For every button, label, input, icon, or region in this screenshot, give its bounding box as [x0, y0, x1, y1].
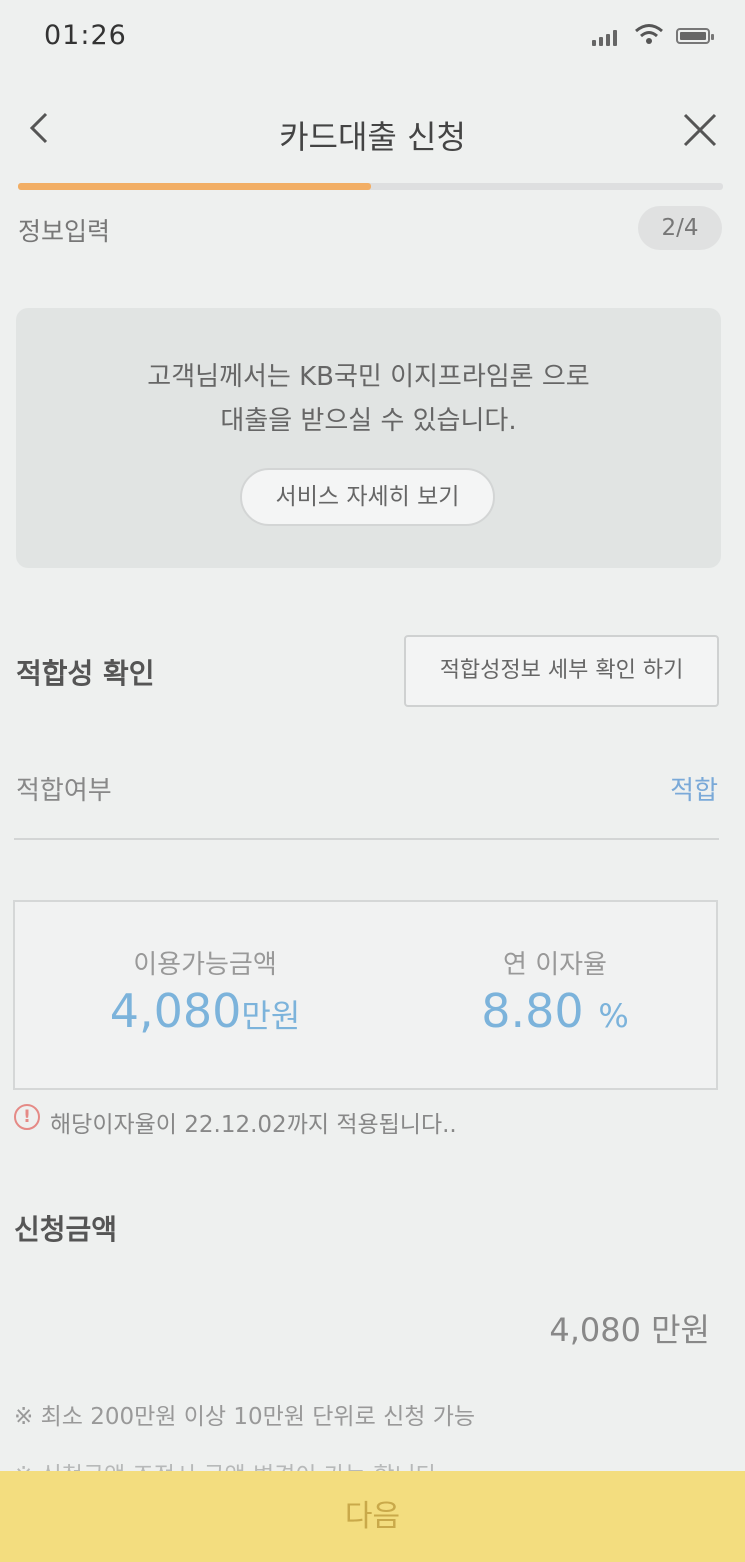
info-line-2: 대출을 받으실 수 있습니다. [220, 406, 517, 436]
request-amount-input[interactable]: 4,080 만원 [400, 1305, 710, 1351]
info-line-1: 고객님께서는 KB국민 이지프라임론 으로 [147, 362, 590, 392]
close-icon [683, 113, 717, 147]
interest-rate-number: 8.80 [481, 984, 584, 1038]
suitability-result-label: 적합여부 [16, 776, 112, 806]
suitability-result-value: 적합 [670, 776, 718, 806]
loan-info-box: 고객님께서는 KB국민 이지프라임론 으로 대출을 받으실 수 있습니다. [16, 308, 721, 568]
loan-summary-box: 이용가능금액 4,080만원 연 이자율 8.80 % [13, 900, 718, 1090]
available-amount-number: 4,080 [109, 984, 242, 1038]
request-amount-note: ※ 최소 200만원 이상 10만원 단위로 신청 가능 [14, 1404, 476, 1430]
rate-notice: 해당이자율이 22.12.02까지 적용됩니다.. [50, 1112, 457, 1138]
close-button[interactable] [682, 112, 718, 155]
interest-rate-value: 8.80 % [395, 984, 715, 1038]
suitability-title: 적합성 확인 [16, 657, 155, 690]
next-button[interactable]: 다음 [0, 1471, 745, 1562]
step-label: 정보입력 [18, 217, 111, 246]
exclamation-circle-icon: ! [14, 1104, 40, 1130]
step-badge: 2/4 [638, 206, 722, 250]
status-time: 01:26 [44, 20, 127, 51]
progress-fill [18, 183, 371, 190]
page-title: 카드대출 신청 [279, 118, 466, 156]
request-amount-title: 신청금액 [14, 1213, 118, 1246]
suitability-detail-button[interactable]: 적합성정보 세부 확인 하기 [404, 635, 719, 707]
available-amount-value: 4,080만원 [45, 984, 365, 1038]
interest-rate-label: 연 이자율 [503, 950, 607, 980]
signal-icon [592, 30, 618, 46]
progress-bar [18, 183, 723, 190]
available-amount-unit: 만원 [241, 997, 301, 1035]
battery-icon [676, 28, 714, 44]
available-amount-label: 이용가능금액 [133, 950, 277, 980]
divider [14, 838, 719, 840]
service-detail-button[interactable]: 서비스 자세히 보기 [240, 468, 495, 526]
wifi-icon [634, 22, 664, 53]
interest-rate-unit: % [598, 997, 629, 1035]
